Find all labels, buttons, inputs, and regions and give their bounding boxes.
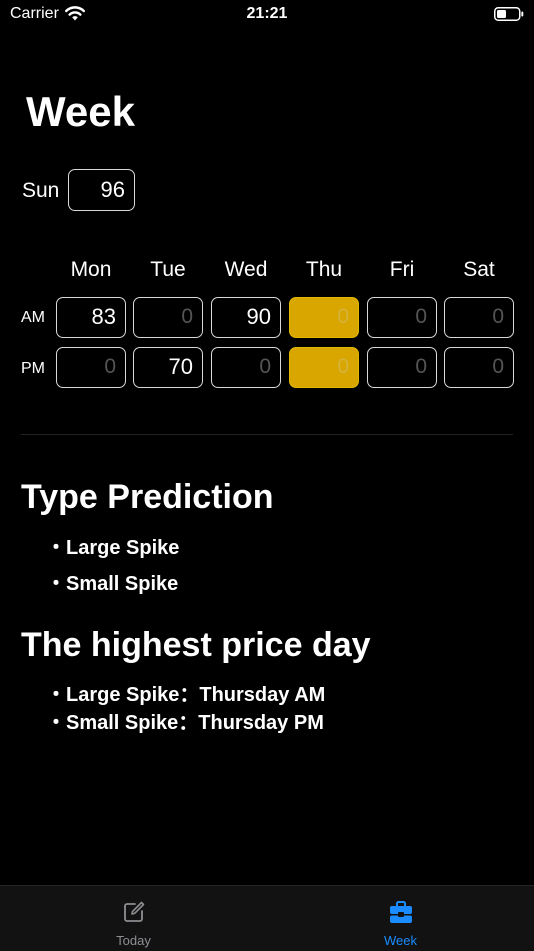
tab-today-label: Today [116, 933, 151, 948]
mon-pm-price-input[interactable]: 0 [56, 347, 126, 388]
day-header-sat: Sat [463, 258, 495, 281]
sunday-price-input[interactable]: 96 [68, 169, 135, 211]
tue-am-price-input[interactable]: 0 [133, 297, 203, 338]
highest-price-item: ・Small Spike：Thursday PM [46, 712, 324, 734]
sat-pm-price-input[interactable]: 0 [444, 347, 514, 388]
mon-am-price-input[interactable]: 83 [56, 297, 126, 338]
highest-price-title: The highest price day [21, 626, 371, 664]
tab-week[interactable]: Week [267, 886, 534, 951]
tue-pm-price-input[interactable]: 70 [133, 347, 203, 388]
type-prediction-title: Type Prediction [21, 478, 274, 516]
status-bar: Carrier 21:21 [0, 0, 534, 30]
day-header-tue: Tue [150, 258, 186, 281]
edit-icon [124, 901, 145, 922]
type-prediction-item: ・Large Spike [46, 537, 180, 559]
highest-price-item: ・Large Spike：Thursday AM [46, 684, 326, 706]
sunday-label: Sun [22, 179, 60, 202]
page-title: Week [26, 88, 135, 135]
wed-am-price-input[interactable]: 90 [211, 297, 281, 338]
day-header-thu: Thu [305, 258, 343, 281]
status-time: 21:21 [246, 5, 288, 22]
type-prediction-item: ・Small Spike [46, 573, 179, 595]
battery-icon [494, 7, 524, 21]
fri-am-price-input[interactable]: 0 [367, 297, 437, 338]
sat-am-price-input[interactable]: 0 [444, 297, 514, 338]
tab-bar: Today Week [0, 885, 534, 951]
day-header-fri: Fri [389, 258, 415, 281]
thu-pm-price-input[interactable]: 0 [289, 347, 359, 388]
divider [21, 434, 513, 435]
tab-week-label: Week [384, 933, 417, 948]
toolbox-icon [390, 901, 412, 923]
day-header-mon: Mon [70, 258, 112, 281]
fri-pm-price-input[interactable]: 0 [367, 347, 437, 388]
tab-today[interactable]: Today [0, 886, 267, 951]
day-header-wed: Wed [224, 258, 268, 281]
pm-row-label: PM [21, 360, 45, 377]
am-row-label: AM [21, 309, 45, 326]
wed-pm-price-input[interactable]: 0 [211, 347, 281, 388]
thu-am-price-input[interactable]: 0 [289, 297, 359, 338]
